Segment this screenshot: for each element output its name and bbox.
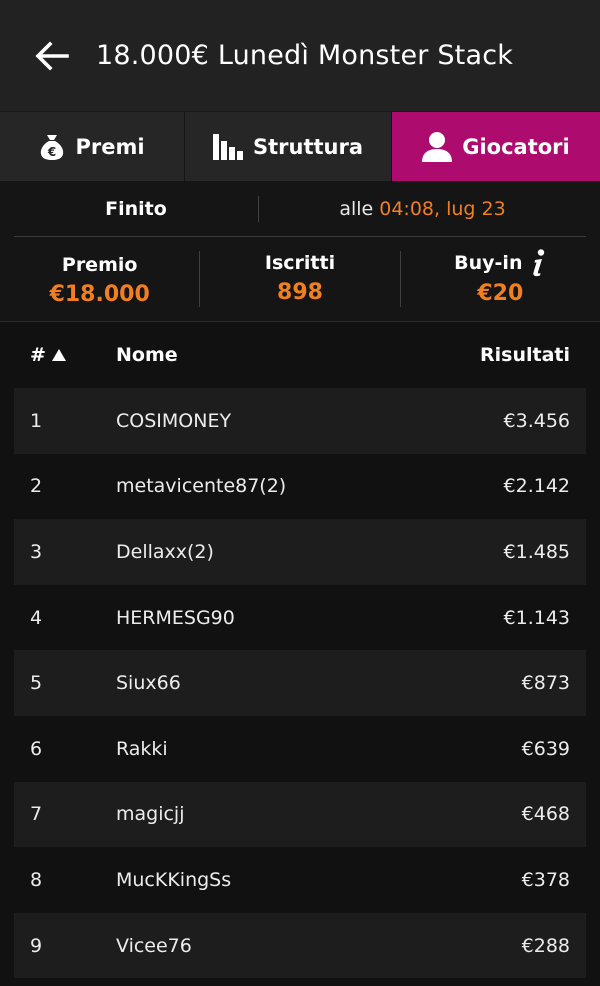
player-list: 1 COSIMONEY €3.456 2 metavicente87(2) €2…: [0, 388, 600, 979]
bar-chart-icon: [212, 133, 243, 160]
table-row[interactable]: 5 Siux66 €873: [14, 650, 586, 716]
svg-text:€: €: [47, 145, 56, 159]
iscritti-label: Iscritti: [264, 252, 336, 274]
results-column-header[interactable]: Risultati: [480, 344, 570, 366]
stat-premio: Premio €18.000: [0, 248, 199, 310]
back-button[interactable]: [22, 26, 82, 86]
table-row[interactable]: 8 MucKKingSs €378: [14, 847, 586, 913]
row-rank: 1: [30, 409, 43, 432]
row-rank: 9: [30, 934, 43, 957]
rank-header-label: #: [30, 344, 46, 366]
table-row[interactable]: 2 metavicente87(2) €2.142: [14, 453, 586, 520]
end-time-value: 04:08, lug 23: [379, 197, 506, 220]
end-time-prefix: alle: [339, 197, 380, 220]
row-result: €288: [521, 934, 570, 957]
row-player-name: HERMESG90: [116, 606, 235, 629]
tab-giocatori[interactable]: Giocatori: [392, 112, 600, 181]
row-rank: 4: [30, 606, 43, 629]
rank-column-header[interactable]: #: [30, 344, 116, 366]
info-icon[interactable]: [530, 249, 546, 277]
row-player-name: Siux66: [116, 672, 181, 695]
money-bag-icon: €: [39, 133, 65, 161]
name-column-header[interactable]: Nome: [116, 344, 480, 366]
row-result: €378: [521, 868, 570, 891]
iscritti-value: 898: [277, 280, 323, 305]
arrow-left-icon: [35, 40, 69, 71]
user-icon: [422, 131, 453, 162]
row-result: €3.456: [503, 409, 570, 432]
row-rank: 5: [30, 672, 43, 695]
table-header: # Nome Risultati: [0, 322, 600, 388]
buyin-label: Buy-in: [454, 252, 523, 274]
tab-premi-label: Premi: [75, 134, 145, 159]
tournament-status: Finito: [105, 197, 167, 220]
table-row[interactable]: 3 Dellaxx(2) €1.485: [14, 519, 586, 585]
row-result: €873: [521, 672, 570, 695]
row-player-name: Vicee76: [116, 934, 192, 957]
stat-iscritti: Iscritti 898: [200, 250, 399, 308]
tab-premi[interactable]: € Premi: [0, 112, 185, 181]
row-rank: 2: [30, 475, 43, 498]
row-result: €639: [521, 737, 570, 760]
tab-struttura[interactable]: Struttura: [185, 112, 392, 181]
premio-label: Premio: [61, 254, 138, 276]
app-header: 18.000€ Lunedì Monster Stack: [0, 0, 600, 112]
sort-ascending-icon: [51, 349, 66, 361]
end-time: alle 04:08, lug 23: [259, 198, 586, 220]
tab-giocatori-label: Giocatori: [462, 134, 570, 159]
row-rank: 7: [30, 803, 43, 826]
row-player-name: metavicente87(2): [116, 475, 287, 498]
tournament-screen: 18.000€ Lunedì Monster Stack € Premi Str…: [0, 0, 600, 986]
row-rank: 8: [30, 868, 43, 891]
status-row: Finito alle 04:08, lug 23: [14, 181, 586, 237]
row-player-name: MucKKingSs: [116, 868, 232, 891]
buyin-value: €20: [477, 281, 524, 306]
row-player-name: Rakki: [116, 737, 168, 760]
table-row[interactable]: 6 Rakki €639: [14, 715, 586, 782]
table-row[interactable]: 4 HERMESG90 €1.143: [14, 584, 586, 651]
table-row[interactable]: 9 Vicee76 €288: [14, 912, 586, 979]
row-result: €1.143: [503, 606, 570, 629]
row-result: €1.485: [503, 540, 570, 563]
table-row[interactable]: 7 magicjj €468: [14, 781, 586, 848]
row-result: €2.142: [503, 475, 570, 498]
premio-value: €18.000: [49, 282, 150, 307]
stats-row: Premio €18.000 Iscritti 898 Buy-in €20: [0, 237, 600, 321]
results-table: # Nome Risultati 1 COSIMONEY €3.456 2 me…: [0, 321, 600, 979]
tournament-info: Finito alle 04:08, lug 23 Premio €18.000…: [0, 181, 600, 321]
row-player-name: Dellaxx(2): [116, 540, 214, 563]
row-rank: 3: [30, 540, 43, 563]
tab-bar: € Premi Struttura Giocatori: [0, 112, 600, 181]
row-player-name: COSIMONEY: [116, 409, 232, 432]
tab-struttura-label: Struttura: [252, 134, 364, 159]
row-rank: 6: [30, 737, 43, 760]
table-row[interactable]: 1 COSIMONEY €3.456: [14, 388, 586, 454]
page-title: 18.000€ Lunedì Monster Stack: [96, 40, 514, 71]
stat-buyin: Buy-in €20: [401, 249, 600, 309]
row-result: €468: [521, 803, 570, 826]
row-player-name: magicjj: [116, 803, 185, 826]
